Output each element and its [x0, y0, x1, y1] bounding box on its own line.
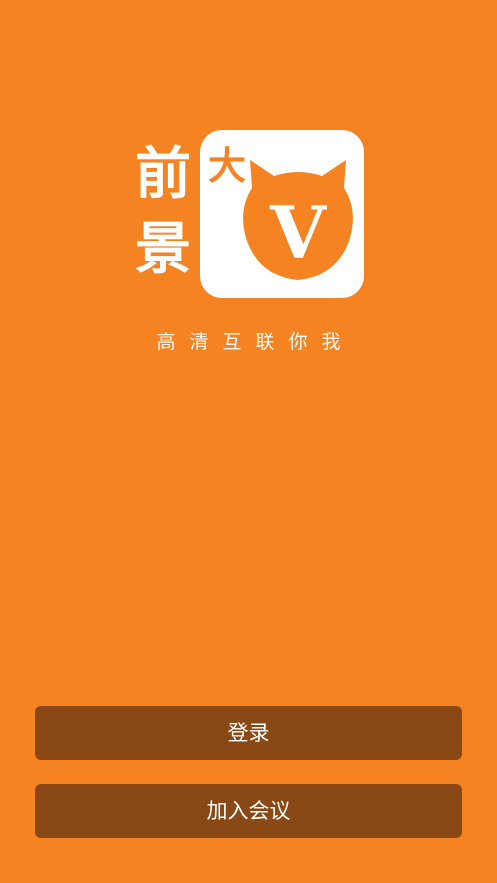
- logo-badge: V 大: [200, 130, 364, 298]
- app-logo: 前 景 V 大: [132, 128, 368, 300]
- tagline: 高清互联你我: [156, 331, 355, 353]
- logo-char-qian: 前: [135, 142, 191, 207]
- logo-letter-v: V: [269, 190, 327, 275]
- logo-text-column: 前 景: [132, 140, 194, 290]
- logo-char-da: 大: [208, 144, 247, 188]
- join-meeting-button[interactable]: 加入会议: [35, 784, 462, 838]
- login-button[interactable]: 登录: [35, 706, 462, 760]
- logo-char-jing: 景: [135, 217, 191, 282]
- splash-screen: 前 景 V 大 高清互联你我 登录 加入会议: [0, 0, 497, 883]
